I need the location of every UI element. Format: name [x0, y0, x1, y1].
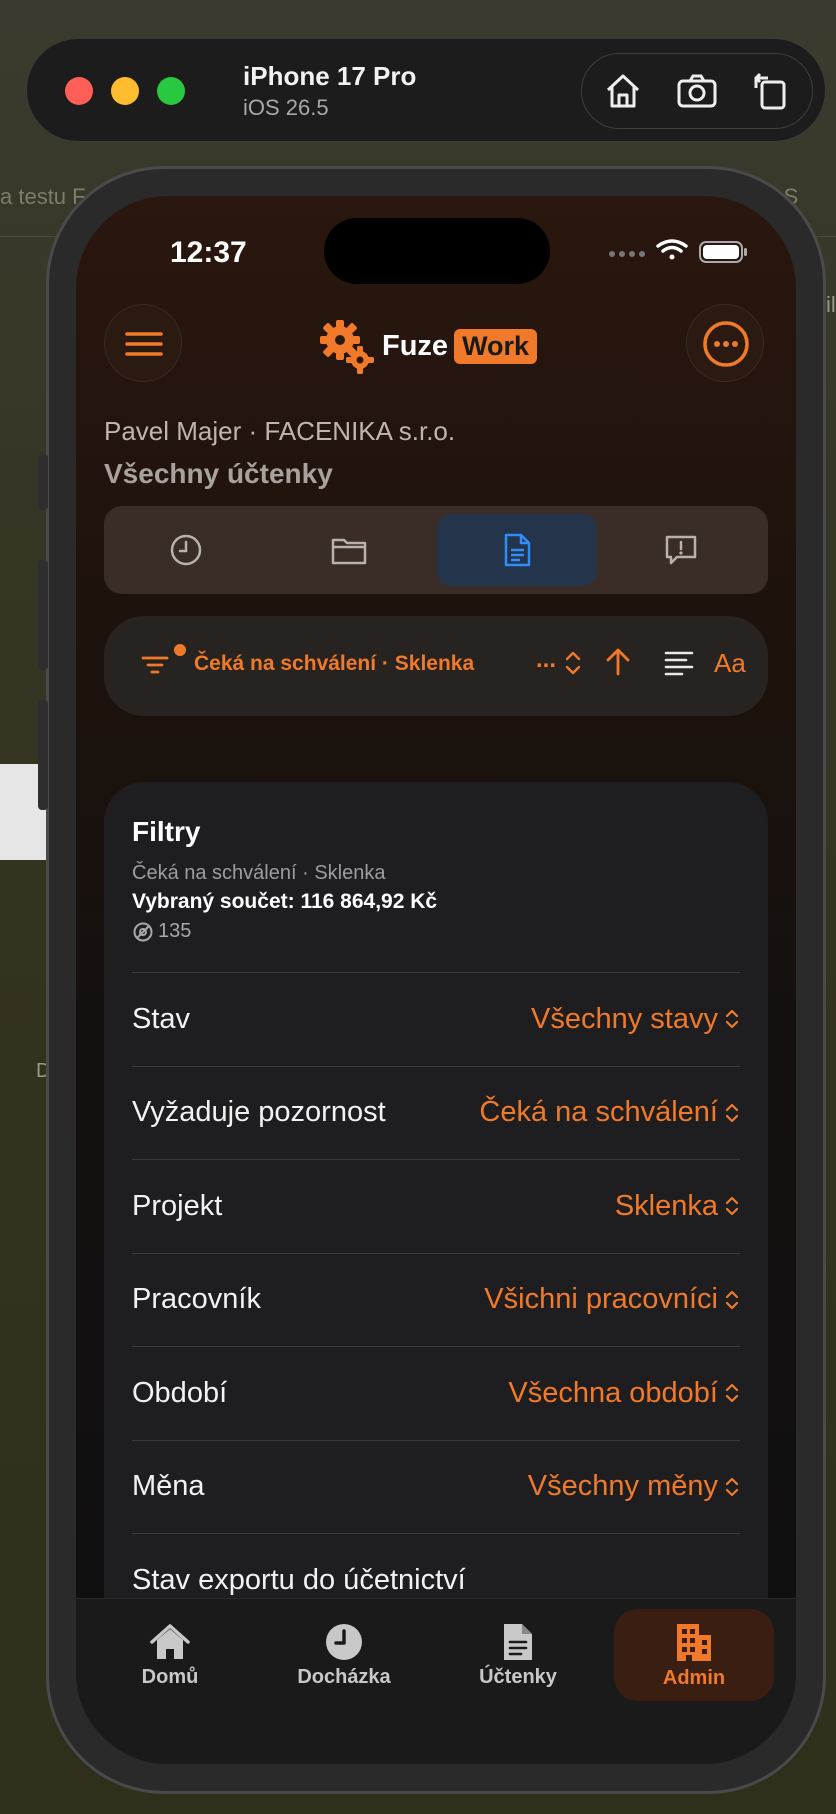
signal-icon	[609, 251, 645, 257]
clock-icon	[170, 534, 202, 566]
filter-row-label: Vyžaduje pozornost	[132, 1096, 386, 1129]
wifi-icon	[656, 239, 688, 260]
menu-button[interactable]	[104, 304, 182, 382]
zoom-window-button[interactable]	[157, 77, 185, 105]
chevron-updown-icon[interactable]	[564, 650, 582, 676]
tab-admin[interactable]: Admin	[614, 1609, 774, 1701]
filter-row-value[interactable]: Všechna období	[508, 1377, 740, 1410]
filter-row-label: Pracovník	[132, 1283, 261, 1316]
text-align-icon[interactable]	[664, 650, 694, 678]
segment-feedback[interactable]	[601, 514, 761, 586]
simulator-controls	[581, 53, 813, 129]
filter-row-project[interactable]: Projekt Sklenka	[132, 1159, 740, 1253]
filter-row-label: Stav exportu do účetnictví	[132, 1563, 466, 1596]
minimize-window-button[interactable]	[111, 77, 139, 105]
filter-row-attention[interactable]: Vyžaduje pozornost Čeká na schválení	[132, 1065, 740, 1160]
background-glyph-right: il	[826, 292, 836, 317]
simulator-toolbar: iPhone 17 Pro iOS 26.5	[26, 38, 826, 142]
home-button[interactable]	[600, 68, 646, 114]
volume-up-button	[38, 560, 48, 670]
filter-row-value[interactable]: Všechny stavy	[531, 1003, 740, 1036]
filter-row-status[interactable]: Stav Všechny stavy	[132, 972, 740, 1066]
volume-down-button	[38, 700, 48, 810]
tab-home[interactable]: Domů	[90, 1609, 250, 1701]
tab-label: Admin	[662, 1666, 726, 1689]
logo-text-fuze: Fuze	[382, 329, 449, 362]
rotate-button[interactable]	[748, 68, 794, 114]
font-size-button[interactable]: Aa	[714, 648, 746, 679]
filter-row-label: Projekt	[132, 1189, 223, 1222]
filter-row-currency[interactable]: Měna Všechny měny	[132, 1439, 740, 1534]
status-time: 12:37	[170, 236, 247, 269]
background-window-text-left: a testu F	[0, 184, 86, 209]
screenshot-icon	[677, 74, 717, 108]
tab-label: Účtenky	[479, 1665, 557, 1688]
sort-ascending-icon[interactable]	[604, 646, 632, 678]
dynamic-island	[324, 218, 550, 284]
tab-label: Docházka	[297, 1665, 391, 1688]
chevron-updown-icon	[725, 1477, 739, 1496]
tab-label: Domů	[141, 1665, 199, 1688]
segment-projects[interactable]	[269, 514, 429, 586]
user-company-line: Pavel Majer · FACENIKA s.r.o.	[104, 416, 456, 446]
filter-row-value[interactable]: Sklenka	[615, 1190, 740, 1223]
folder-icon	[331, 538, 367, 565]
home-icon	[606, 74, 640, 108]
segment-receipts[interactable]	[437, 514, 597, 586]
chevron-updown-icon	[725, 1103, 739, 1122]
filter-overflow-ellipsis: ...	[536, 646, 557, 673]
screenshot-button[interactable]	[674, 68, 720, 114]
filter-row-value[interactable]: Všechny měny	[528, 1470, 740, 1503]
no-count-icon	[133, 922, 153, 941]
building-icon	[677, 1623, 711, 1661]
filter-active-dot	[174, 644, 186, 656]
chevron-updown-icon	[725, 1197, 739, 1216]
selected-sum: Vybraný součet: 116 864,92 Kč	[132, 890, 438, 913]
filters-title: Filtry	[132, 816, 201, 847]
chevron-updown-icon	[725, 1290, 739, 1309]
tab-bar: Domů Docházka Účtenky Admin	[76, 1598, 796, 1764]
simulator-device-name: iPhone 17 Pro	[243, 61, 417, 91]
filter-summary[interactable]: Čeká na schválení · Sklenka	[194, 652, 474, 676]
gears-icon	[320, 320, 374, 374]
clock-icon	[326, 1623, 362, 1660]
chevron-updown-icon	[725, 1384, 739, 1403]
receipt-count-value: 135	[158, 920, 192, 942]
tab-receipts[interactable]: Účtenky	[438, 1609, 598, 1701]
filter-row-period[interactable]: Období Všechna období	[132, 1346, 740, 1440]
app-logo: Fuze Work	[318, 316, 538, 376]
filters-subtitle: Čeká na schválení · Sklenka	[132, 862, 386, 884]
chevron-updown-icon	[725, 1010, 739, 1029]
filter-row-label: Stav	[132, 1002, 191, 1035]
battery-icon	[699, 241, 747, 263]
house-icon	[150, 1623, 190, 1659]
filter-row-label: Měna	[132, 1470, 205, 1503]
more-button[interactable]	[686, 304, 764, 382]
document-icon	[504, 533, 531, 567]
phone-screen: 12:37 Fuze Work Pavel Majer · FACENIKA s…	[76, 196, 796, 1764]
filter-row-worker[interactable]: Pracovník Všichni pracovníci	[132, 1252, 740, 1347]
status-icons	[609, 239, 747, 263]
filter-rows: Stav Všechny stavy Vyžaduje pozornost Če…	[132, 972, 740, 1627]
filter-bar: Čeká na schválení · Sklenka ... Aa	[104, 616, 768, 716]
receipt-count: 135	[132, 920, 191, 943]
receipt-icon	[504, 1623, 532, 1660]
feedback-icon	[665, 535, 697, 565]
filter-row-label: Období	[132, 1376, 228, 1409]
page-title: Všechny účtenky	[104, 458, 333, 489]
rotate-icon	[754, 72, 786, 110]
more-icon	[703, 321, 749, 367]
segment-history[interactable]	[106, 514, 266, 586]
action-button	[38, 454, 48, 510]
filter-row-value[interactable]: Všichni pracovníci	[484, 1283, 740, 1316]
simulator-os-version: iOS 26.5	[243, 95, 329, 120]
hamburger-icon	[125, 332, 163, 356]
close-window-button[interactable]	[65, 77, 93, 105]
tab-attendance[interactable]: Docházka	[264, 1609, 424, 1701]
section-segmented-control	[104, 506, 768, 594]
filter-icon[interactable]	[140, 650, 170, 680]
logo-text-work: Work	[454, 328, 538, 364]
filter-row-value[interactable]: Čeká na schválení	[479, 1096, 740, 1129]
